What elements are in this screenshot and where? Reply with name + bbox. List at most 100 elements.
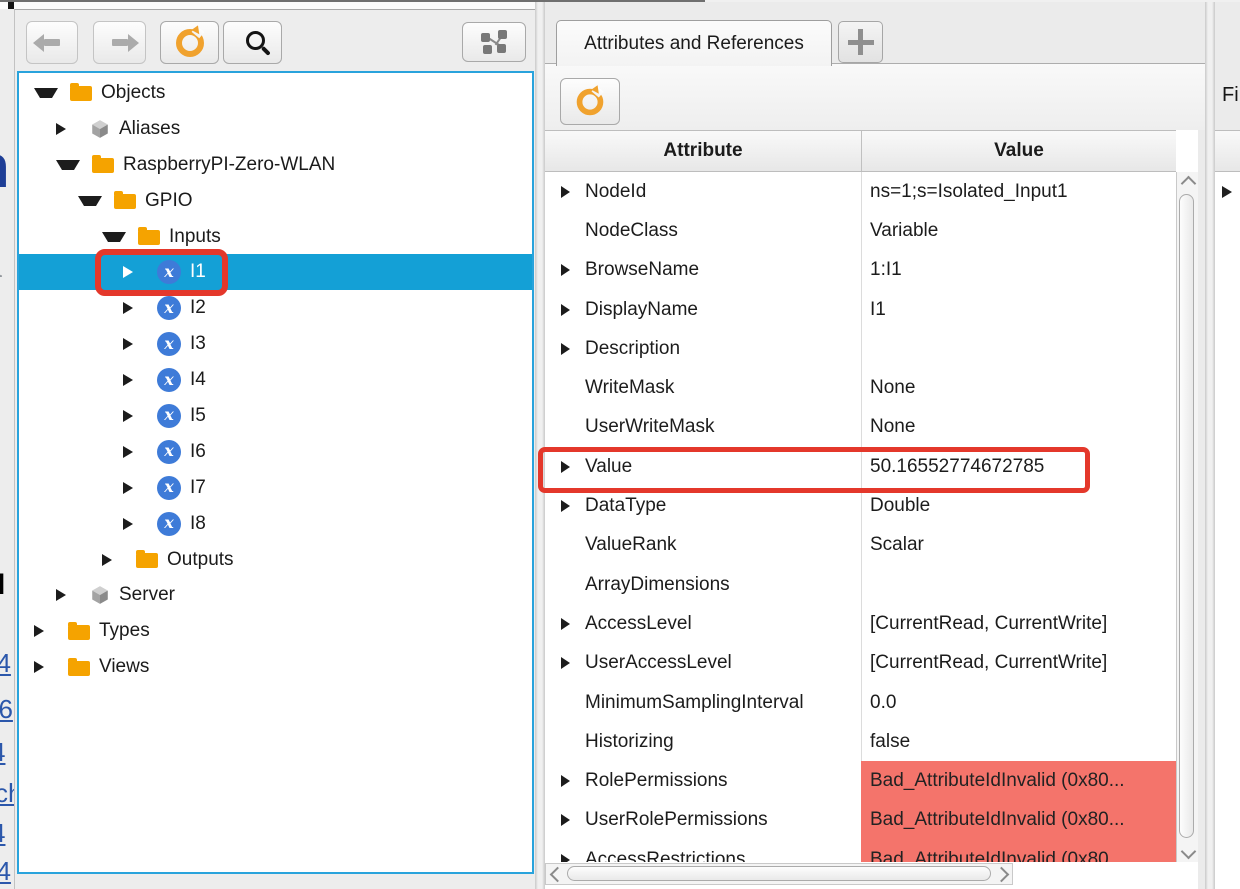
expand-expander-icon[interactable] [123,302,143,314]
tree-item-i2[interactable]: I2 [19,290,532,326]
tree-item-types[interactable]: Types [19,613,532,649]
refresh-attributes-button[interactable] [560,78,620,125]
tree-item-aliases[interactable]: Aliases [19,111,532,147]
attribute-row-browsename[interactable]: BrowseName 1:I1 [545,251,1176,290]
attribute-row-description[interactable]: Description [545,329,1176,368]
attribute-row-minimumsamplinginterval[interactable]: MinimumSamplingInterval 0.0 [545,683,1176,722]
tree-item-objects[interactable]: Objects [19,75,532,111]
address-space-tree[interactable]: Objects Aliases RaspberryPI-Zero-WLAN [17,71,534,874]
cube-icon [90,585,110,605]
panel-splitter[interactable] [535,2,545,889]
expand-expander-icon[interactable] [56,589,76,601]
annotation-box-value-row [538,447,1090,493]
expand-expander-icon[interactable] [123,446,143,458]
expand-expander-icon[interactable] [1222,186,1232,198]
clipped-side-panel: Fi [1215,2,1240,889]
expand-expander-icon[interactable] [34,661,54,673]
variable-icon [157,368,181,392]
attribute-row-historizing[interactable]: Historizing false [545,722,1176,761]
clipped-text-fragment: I [0,568,5,602]
scroll-up-arrow[interactable] [1177,174,1198,192]
folder-icon [68,625,90,640]
expand-expander-icon[interactable] [123,338,143,350]
tree-item-i6[interactable]: I6 [19,434,532,470]
table-header: Attribute Value [545,130,1176,172]
tree-item-raspberrypi-zero-wlan[interactable]: RaspberryPI-Zero-WLAN [19,147,532,183]
add-tab-button[interactable] [838,21,883,63]
tree-item-gpio[interactable]: GPIO [19,183,532,219]
search-button[interactable] [223,21,282,64]
tree-item-label: I7 [190,477,206,499]
expand-expander-icon[interactable] [561,814,570,826]
attribute-row-valuerank[interactable]: ValueRank Scalar [545,526,1176,565]
expand-expander-icon[interactable] [561,186,570,198]
scroll-left-arrow[interactable] [548,864,566,884]
expand-expander-icon[interactable] [561,657,570,669]
attribute-row-accesslevel[interactable]: AccessLevel [CurrentRead, CurrentWrite] [545,604,1176,643]
attribute-row-userrolepermissions[interactable]: UserRolePermissions Bad_AttributeIdInval… [545,801,1176,840]
attribute-row-nodeid[interactable]: NodeId ns=1;s=Isolated_Input1 [545,172,1176,211]
expand-expander-icon[interactable] [561,343,570,355]
vertical-scrollbar[interactable] [1176,172,1198,862]
collapse-expander-icon[interactable] [102,232,126,242]
scroll-right-arrow[interactable] [992,864,1010,884]
node-graph-button[interactable] [462,22,526,62]
error-status-cell: Bad_AttributeIdInvalid (0x80 [861,840,1176,862]
expand-expander-icon[interactable] [561,775,570,787]
expand-expander-icon[interactable] [561,264,570,276]
expand-expander-icon[interactable] [561,618,570,630]
tree-item-inputs[interactable]: Inputs [19,219,532,255]
panel-splitter[interactable] [1205,2,1215,889]
expand-expander-icon[interactable] [123,518,143,530]
horizontal-scrollbar-thumb[interactable] [567,866,991,881]
attribute-row-displayname[interactable]: DisplayName I1 [545,290,1176,329]
attribute-row-writemask[interactable]: WriteMask None [545,368,1176,407]
clipped-link-fragment: ch [0,778,14,809]
expand-expander-icon[interactable] [561,500,570,512]
attribute-row-nodeclass[interactable]: NodeClass Variable [545,211,1176,250]
variable-icon [157,476,181,500]
attribute-row-accessrestrictions[interactable]: AccessRestrictions Bad_AttributeIdInvali… [545,840,1176,862]
tree-item-i8[interactable]: I8 [19,506,532,542]
expand-expander-icon[interactable] [34,625,54,637]
vertical-scrollbar-thumb[interactable] [1179,194,1194,838]
attribute-row-userwritemask[interactable]: UserWriteMask None [545,408,1176,447]
column-header-value[interactable]: Value [861,131,1176,171]
tree-item-outputs[interactable]: Outputs [19,542,532,578]
forward-button[interactable] [93,21,146,64]
attribute-row-useraccesslevel[interactable]: UserAccessLevel [CurrentRead, CurrentWri… [545,644,1176,683]
expand-expander-icon[interactable] [56,123,76,135]
table-rows: NodeId ns=1;s=Isolated_Input1 NodeClass … [545,172,1176,862]
back-button[interactable] [26,21,78,64]
expand-expander-icon[interactable] [102,554,122,566]
tree-item-i5[interactable]: I5 [19,398,532,434]
collapse-expander-icon[interactable] [34,88,58,98]
expand-expander-icon[interactable] [561,304,570,316]
attribute-row-arraydimensions[interactable]: ArrayDimensions [545,565,1176,604]
clipped-link-fragment: 4 [0,737,5,768]
tree-item-label: Views [99,656,149,678]
collapse-expander-icon[interactable] [56,160,80,170]
expand-expander-icon[interactable] [123,374,143,386]
scroll-down-arrow[interactable] [1177,842,1198,860]
refresh-button[interactable] [160,21,219,64]
clipped-link-fragment: 54 [0,648,11,679]
horizontal-scrollbar[interactable] [545,863,1013,885]
side-panel-header [1215,130,1240,172]
tree-item-i3[interactable]: I3 [19,326,532,362]
node-graph-icon [479,30,509,54]
expand-expander-icon[interactable] [123,482,143,494]
tab-attributes-and-references[interactable]: Attributes and References [556,20,832,66]
forward-arrow-icon [112,39,128,46]
expand-expander-icon[interactable] [561,854,570,862]
tree-item-i4[interactable]: I4 [19,362,532,398]
collapse-expander-icon[interactable] [78,196,102,206]
tree-item-views[interactable]: Views [19,649,532,685]
tree-item-i7[interactable]: I7 [19,470,532,506]
attributes-toolbar [545,63,1205,130]
tree-item-server[interactable]: Server [19,577,532,613]
expand-expander-icon[interactable] [123,410,143,422]
plus-icon [848,29,874,55]
column-header-attribute[interactable]: Attribute [545,131,861,171]
attribute-row-rolepermissions[interactable]: RolePermissions Bad_AttributeIdInvalid (… [545,761,1176,800]
